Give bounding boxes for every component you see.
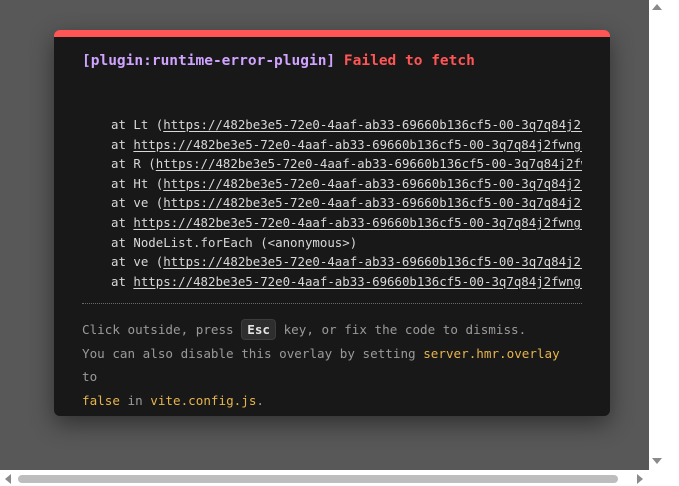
setting-value: false	[82, 392, 120, 408]
frame-prefix: at	[111, 214, 134, 230]
error-message: [plugin:runtime-error-plugin] Failed to …	[82, 51, 582, 71]
tip-text: key, or fix the code to dismiss.	[275, 322, 527, 338]
frame-link[interactable]: https://482be3e5-72e0-4aaf-ab33-69660b13…	[133, 137, 582, 152]
viewport: [plugin:runtime-error-plugin] Failed to …	[0, 0, 679, 486]
frame-link[interactable]: https://482be3e5-72e0-4aaf-ab33-69660b13…	[163, 176, 582, 191]
stack-frame: at Ht (https://482be3e5-72e0-4aaf-ab33-6…	[111, 174, 582, 194]
frame-link[interactable]: https://482be3e5-72e0-4aaf-ab33-69660b13…	[133, 215, 582, 230]
stack-frame: at https://482be3e5-72e0-4aaf-ab33-69660…	[111, 135, 582, 155]
frame-link[interactable]: https://482be3e5-72e0-4aaf-ab33-69660b13…	[163, 254, 582, 269]
stack-frame: at R (https://482be3e5-72e0-4aaf-ab33-69…	[111, 154, 582, 174]
tip-text: to	[82, 369, 98, 385]
tip-line-3: false in vite.config.js.	[82, 389, 582, 413]
tip-text: in	[119, 392, 151, 408]
tip-line-1: Click outside, press Esc key, or fix the…	[82, 318, 582, 342]
setting-name: server.hmr.overlay	[423, 345, 560, 361]
esc-key: Esc	[241, 319, 276, 341]
scroll-right-arrow-icon[interactable]	[637, 474, 643, 484]
tip-line-2: You can also disable this overlay by set…	[82, 342, 582, 389]
error-overlay-window: [plugin:runtime-error-plugin] Failed to …	[54, 30, 610, 416]
horizontal-scroll-thumb[interactable]	[18, 475, 618, 483]
divider	[82, 303, 582, 305]
frame-link[interactable]: https://482be3e5-72e0-4aaf-ab33-69660b13…	[156, 156, 582, 171]
scrollbar-corner	[665, 470, 679, 486]
tip-text: .	[256, 392, 265, 408]
stack-frame: at https://482be3e5-72e0-4aaf-ab33-69660…	[111, 213, 582, 233]
stack-frame: at ve (https://482be3e5-72e0-4aaf-ab33-6…	[111, 252, 582, 272]
frame-prefix: at Lt (	[111, 117, 164, 132]
tip-text: Click outside, press	[82, 322, 242, 338]
stack-frame: at ve (https://482be3e5-72e0-4aaf-ab33-6…	[111, 193, 582, 213]
frame-prefix: at Ht (	[111, 175, 164, 191]
frame-prefix: at	[111, 136, 134, 152]
scroll-left-arrow-icon[interactable]	[5, 474, 11, 484]
frame-prefix: at R (	[111, 156, 156, 172]
scroll-up-arrow-icon[interactable]	[652, 4, 662, 10]
frame-prefix: at	[111, 273, 134, 289]
dismiss-tip: Click outside, press Esc key, or fix the…	[82, 318, 582, 412]
stack-frame: at NodeList.forEach (<anonymous>)	[111, 233, 582, 253]
plugin-tag: [plugin:runtime-error-plugin]	[82, 53, 336, 69]
frame-link[interactable]: https://482be3e5-72e0-4aaf-ab33-69660b13…	[163, 195, 582, 210]
frame-prefix: at NodeList.forEach (<anonymous>)	[111, 234, 358, 250]
frame-link[interactable]: https://482be3e5-72e0-4aaf-ab33-69660b13…	[133, 274, 582, 289]
error-text: Failed to fetch	[343, 53, 475, 69]
frame-prefix: at ve (	[111, 254, 164, 270]
stack-frame: at https://482be3e5-72e0-4aaf-ab33-69660…	[111, 272, 582, 292]
frame-link[interactable]: https://482be3e5-72e0-4aaf-ab33-69660b13…	[163, 117, 582, 132]
stack-frame: at Lt (https://482be3e5-72e0-4aaf-ab33-6…	[111, 115, 582, 135]
config-file-name: vite.config.js	[150, 392, 257, 408]
frame-prefix: at ve (	[111, 195, 164, 211]
scroll-down-arrow-icon[interactable]	[652, 458, 662, 464]
stack-trace: at Lt (https://482be3e5-72e0-4aaf-ab33-6…	[82, 115, 582, 291]
vertical-scrollbar[interactable]	[649, 0, 665, 470]
tip-text: You can also disable this overlay by set…	[82, 345, 424, 361]
